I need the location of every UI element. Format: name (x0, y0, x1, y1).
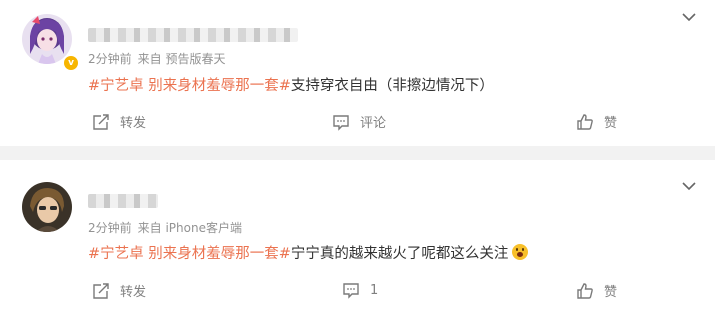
hashtag-link[interactable]: #宁艺卓 别来身材羞辱那一套# (88, 78, 291, 94)
comment-button[interactable]: 1 (342, 281, 378, 299)
chevron-down-icon[interactable] (681, 178, 697, 194)
timestamp: 2分钟前 (88, 221, 132, 235)
source-label[interactable]: 来自 预告版春天 (138, 52, 226, 66)
comment-button[interactable]: 评论 (332, 112, 386, 131)
divider (0, 146, 715, 160)
action-bar: 转发 评论 赞 (0, 112, 715, 136)
avatar[interactable] (22, 182, 72, 232)
hashtag-link[interactable]: #宁艺卓 别来身材羞辱那一套# (88, 246, 291, 262)
verified-badge: v (62, 54, 80, 72)
username[interactable] (88, 194, 158, 208)
comment-card-1: v 2分钟前 来自 预告版春天 #宁艺卓 别来身材羞辱那一套#支持穿衣自由（非擦边… (0, 0, 715, 146)
comment-icon (343, 283, 359, 299)
repost-icon (93, 282, 109, 299)
chevron-down-icon[interactable] (681, 9, 697, 25)
like-button[interactable]: 赞 (576, 112, 617, 131)
comment-meta: 2分钟前 来自 iPhone客户端 (88, 219, 248, 236)
repost-label: 转发 (120, 116, 147, 131)
like-button[interactable]: 赞 (576, 281, 617, 300)
like-icon (577, 113, 593, 130)
repost-button[interactable]: 转发 (92, 112, 146, 131)
comment-meta: 2分钟前 来自 预告版春天 (88, 50, 231, 67)
action-bar: 转发 1 赞 (0, 281, 715, 305)
like-label: 赞 (604, 285, 618, 300)
surprised-emoji-icon (512, 244, 529, 260)
like-label: 赞 (604, 116, 618, 131)
comment-label: 评论 (360, 116, 387, 131)
repost-button[interactable]: 转发 (92, 281, 146, 300)
username[interactable] (88, 28, 298, 42)
like-icon (577, 282, 593, 299)
comment-count: 1 (370, 282, 379, 298)
comment-body: 宁宁真的越来越火了呢都这么关注 (290, 246, 509, 262)
comment-card-2: 2分钟前 来自 iPhone客户端 #宁艺卓 别来身材羞辱那一套#宁宁真的越来越火… (0, 160, 715, 310)
timestamp: 2分钟前 (88, 52, 132, 66)
comment-icon (333, 114, 349, 131)
comment-text: #宁艺卓 别来身材羞辱那一套#支持穿衣自由（非擦边情况下） (88, 74, 494, 95)
comment-text: #宁艺卓 别来身材羞辱那一套#宁宁真的越来越火了呢都这么关注 (88, 242, 529, 263)
comment-body: 支持穿衣自由（非擦边情况下） (290, 78, 494, 94)
source-label[interactable]: 来自 iPhone客户端 (138, 221, 242, 235)
repost-icon (93, 113, 109, 130)
repost-label: 转发 (120, 285, 147, 300)
